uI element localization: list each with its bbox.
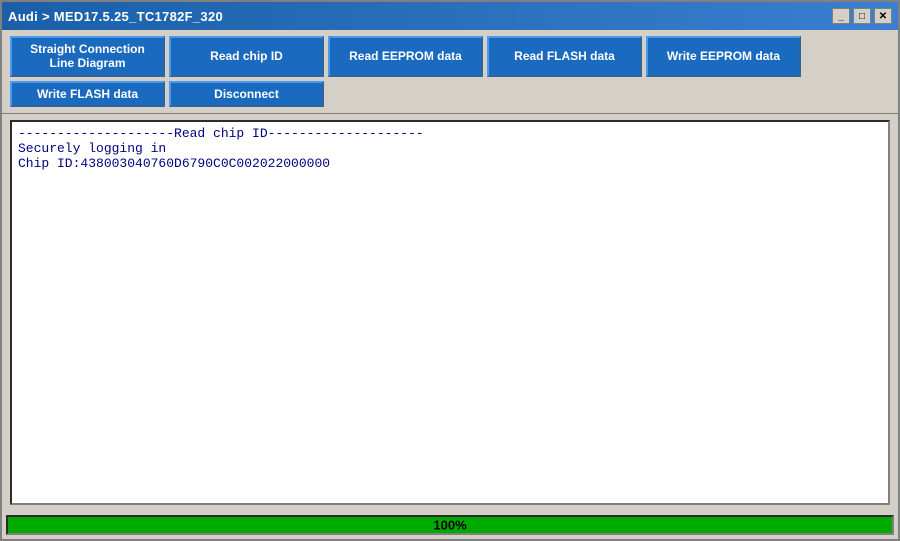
- minimize-button[interactable]: _: [832, 8, 850, 24]
- title-bar: Audi > MED17.5.25_TC1782F_320 _ □ ✕: [2, 2, 898, 30]
- toolbar-row-1: Straight ConnectionLine Diagram Read chi…: [10, 36, 890, 77]
- content-area: --------------------Read chip ID--------…: [2, 114, 898, 511]
- disconnect-button[interactable]: Disconnect: [169, 81, 324, 107]
- read-flash-button[interactable]: Read FLASH data: [487, 36, 642, 77]
- toolbar-row-2: Write FLASH data Disconnect: [10, 81, 890, 107]
- write-flash-button[interactable]: Write FLASH data: [10, 81, 165, 107]
- diagram-button[interactable]: Straight ConnectionLine Diagram: [10, 36, 165, 77]
- status-bar: 100%: [2, 511, 898, 539]
- maximize-button[interactable]: □: [853, 8, 871, 24]
- title-text: Audi > MED17.5.25_TC1782F_320: [8, 9, 223, 24]
- read-chip-id-button[interactable]: Read chip ID: [169, 36, 324, 77]
- output-box: --------------------Read chip ID--------…: [10, 120, 890, 505]
- close-button[interactable]: ✕: [874, 8, 892, 24]
- write-eeprom-button[interactable]: Write EEPROM data: [646, 36, 801, 77]
- app-window: Audi > MED17.5.25_TC1782F_320 _ □ ✕ Stra…: [0, 0, 900, 541]
- progress-container: 100%: [6, 515, 894, 535]
- toolbar: Straight ConnectionLine Diagram Read chi…: [2, 30, 898, 114]
- window-controls: _ □ ✕: [832, 8, 892, 24]
- progress-label: 100%: [433, 518, 466, 533]
- read-eeprom-button[interactable]: Read EEPROM data: [328, 36, 483, 77]
